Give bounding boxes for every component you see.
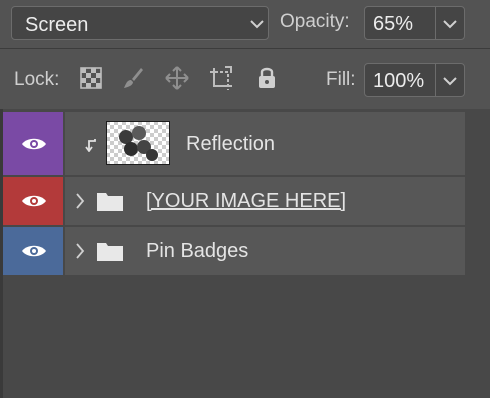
- clipping-arrow-icon: [85, 139, 96, 152]
- layer-row-pin-badges[interactable]: Pin Badges: [3, 227, 465, 275]
- opacity-input[interactable]: 65%: [364, 6, 436, 40]
- layer-row-your-image-here[interactable]: [YOUR IMAGE HERE]: [3, 177, 465, 225]
- chevron-down-icon: [250, 20, 264, 29]
- layer-body[interactable]: Reflection: [65, 112, 465, 175]
- folder-icon: [97, 243, 123, 261]
- layer-row-reflection[interactable]: Reflection: [3, 112, 465, 175]
- lock-position-icon[interactable]: [164, 65, 190, 91]
- blend-mode-select[interactable]: Screen: [11, 6, 269, 40]
- fill-dropdown-button[interactable]: [435, 63, 465, 97]
- lock-fill-row: Lock: Fill: 100%: [0, 49, 490, 109]
- layer-color-tag[interactable]: [3, 112, 63, 175]
- lock-artboard-icon[interactable]: [208, 65, 234, 91]
- layer-body[interactable]: [YOUR IMAGE HERE]: [65, 177, 465, 225]
- chevron-down-icon: [443, 77, 457, 86]
- layer-name[interactable]: Pin Badges: [146, 240, 248, 263]
- layers-panel: Screen Opacity: 65% Lock: Fill: 100% Ref…: [0, 0, 490, 398]
- eye-icon[interactable]: [21, 243, 47, 259]
- lock-transparent-pixels-icon[interactable]: [78, 65, 104, 91]
- opacity-label: Opacity:: [280, 11, 350, 32]
- fill-input[interactable]: 100%: [364, 63, 436, 97]
- folder-icon: [97, 193, 123, 211]
- layer-color-tag[interactable]: [3, 227, 63, 275]
- chevron-down-icon: [443, 20, 457, 29]
- eye-icon[interactable]: [21, 136, 47, 152]
- lock-label: Lock:: [14, 69, 60, 90]
- opacity-dropdown-button[interactable]: [435, 6, 465, 40]
- fill-label: Fill:: [326, 69, 356, 90]
- blend-opacity-row: Screen Opacity: 65%: [0, 0, 490, 48]
- chevron-right-icon[interactable]: [75, 243, 85, 259]
- layer-thumbnail[interactable]: [106, 121, 170, 165]
- chevron-right-icon[interactable]: [75, 193, 85, 209]
- eye-icon[interactable]: [21, 193, 47, 209]
- layer-color-tag[interactable]: [3, 177, 63, 225]
- lock-image-pixels-icon[interactable]: [120, 65, 146, 91]
- panel-gutter: [465, 110, 490, 275]
- empty-layers-area[interactable]: [3, 275, 490, 398]
- blend-mode-value: Screen: [25, 14, 89, 36]
- lock-all-icon[interactable]: [254, 65, 280, 91]
- layer-name[interactable]: Reflection: [186, 133, 275, 156]
- layer-name[interactable]: [YOUR IMAGE HERE]: [146, 190, 346, 213]
- layer-body[interactable]: Pin Badges: [65, 227, 465, 275]
